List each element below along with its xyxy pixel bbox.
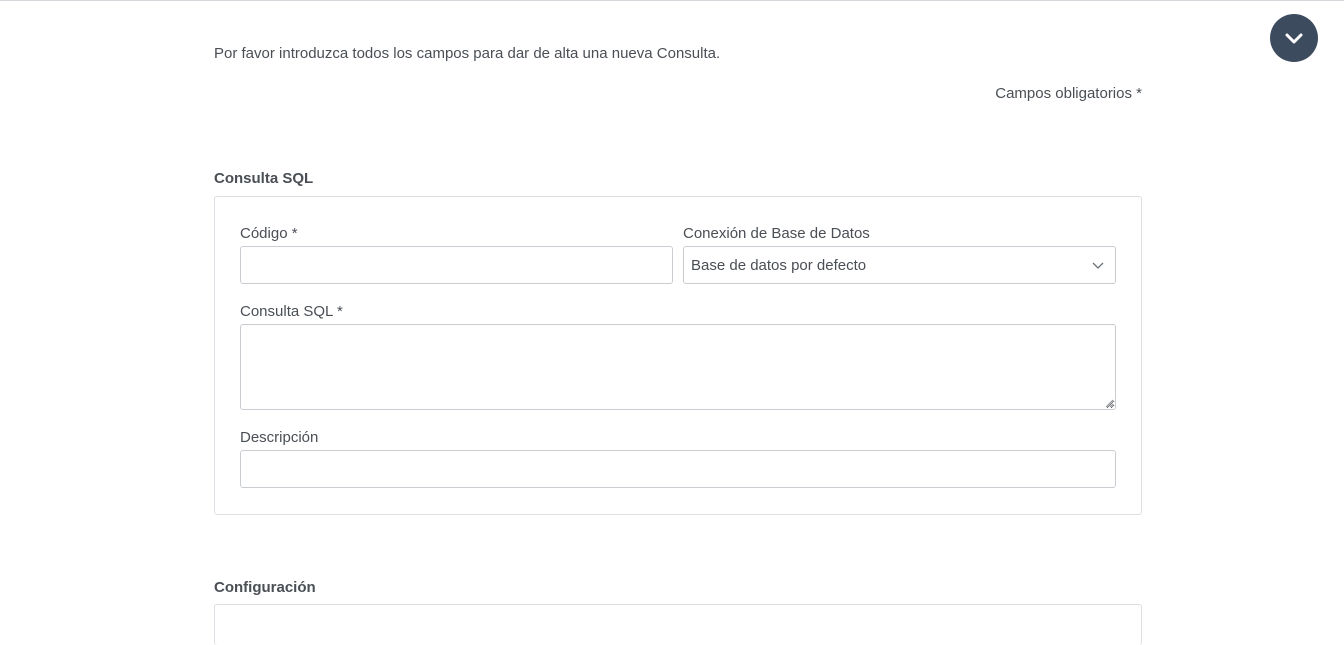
intro-text: Por favor introduzca todos los campos pa… (214, 45, 721, 62)
connection-select[interactable]: Base de datos por defecto (683, 246, 1116, 284)
query-textarea-wrapper (240, 324, 1116, 410)
description-label: Descripción (240, 429, 319, 446)
section-title-sql: Consulta SQL (214, 170, 314, 187)
required-fields-note: Campos obligatorios * (995, 85, 1142, 102)
query-label: Consulta SQL * (240, 303, 343, 320)
query-textarea[interactable] (240, 324, 1116, 410)
top-divider (0, 0, 1344, 1)
scroll-down-button[interactable] (1270, 14, 1318, 62)
section-title-config: Configuración (214, 579, 316, 596)
config-panel (214, 604, 1142, 645)
chevron-down-icon (1092, 262, 1104, 269)
code-label: Código * (240, 225, 298, 242)
connection-label: Conexión de Base de Datos (683, 225, 870, 242)
chevron-down-icon (1285, 33, 1303, 44)
resize-grip-icon[interactable] (1105, 399, 1114, 408)
sql-panel: Código * Conexión de Base de Datos Base … (214, 196, 1142, 515)
connection-selected-value: Base de datos por defecto (691, 256, 867, 274)
description-input[interactable] (240, 450, 1116, 488)
code-input[interactable] (240, 246, 673, 284)
